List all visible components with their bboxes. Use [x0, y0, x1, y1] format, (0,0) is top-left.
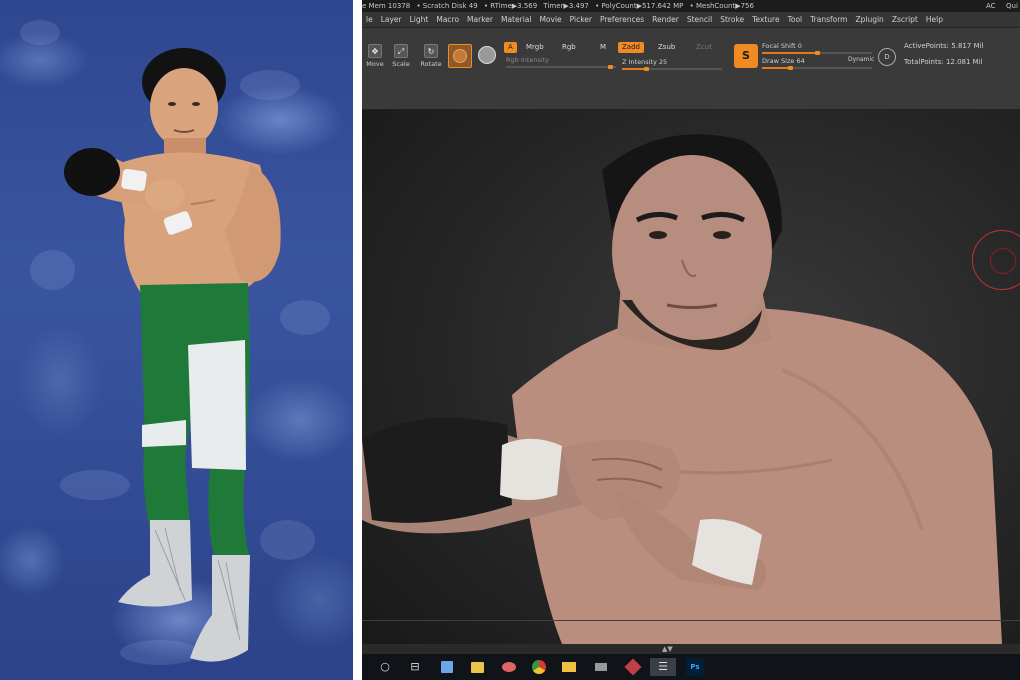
menu-light[interactable]: Light	[406, 12, 433, 28]
move-icon: ✥	[368, 44, 382, 58]
menu-transform[interactable]: Transform	[806, 12, 851, 28]
chrome-icon[interactable]	[530, 658, 548, 676]
active-points-value: 5.817 Mil	[951, 42, 984, 50]
zbrush-icon[interactable]: ☰	[650, 658, 676, 676]
photos-icon[interactable]	[468, 658, 486, 676]
menu-movie[interactable]: Movie	[535, 12, 565, 28]
status-scratch-disk: • Scratch Disk 49	[416, 2, 478, 10]
status-meshcount: • MeshCount▶756	[689, 2, 754, 10]
scale-label: Scale	[392, 60, 410, 68]
dynamic-toggle[interactable]: Dynamic	[848, 56, 874, 63]
rgb-intensity-slider[interactable]: Rgb Intensity	[506, 56, 616, 69]
task-view-icon[interactable]: ⊟	[406, 658, 424, 676]
expand-arrow-icon[interactable]: ▲▼	[662, 645, 673, 653]
zcut-toggle[interactable]: Zcut	[692, 42, 716, 53]
status-rtime: • RTime▶3.569	[483, 2, 538, 10]
z-intensity-label: Z Intensity	[622, 58, 657, 66]
menu-help[interactable]: Help	[922, 12, 947, 28]
rgb-intensity-label: Rgb Intensity	[506, 56, 550, 64]
canvas-viewport[interactable]	[362, 110, 1020, 644]
app-icon[interactable]	[592, 658, 610, 676]
a-toggle[interactable]: A	[504, 42, 517, 53]
d-icon: D	[884, 53, 890, 61]
zsub-toggle[interactable]: Zsub	[654, 42, 679, 53]
status-ac[interactable]: AC	[986, 0, 996, 12]
floor-grid-line	[362, 620, 1020, 621]
bottom-tray-handle[interactable]: ▲▼	[362, 644, 1020, 654]
draw-size-label: Draw Size	[762, 57, 795, 65]
total-points-label: TotalPoints:	[904, 58, 944, 66]
mrgb-toggle[interactable]: Mrgb	[522, 42, 548, 53]
start-circle-icon[interactable]: ○	[376, 658, 394, 676]
focal-shift-label: Focal Shift	[762, 42, 796, 50]
zadd-toggle[interactable]: Zadd	[618, 42, 644, 53]
wrestler-figure	[64, 48, 281, 662]
status-polycount: • PolyCount▶517.642 MP	[595, 2, 684, 10]
menu-material[interactable]: Material	[497, 12, 535, 28]
menu-stencil[interactable]: Stencil	[683, 12, 716, 28]
z-intensity-value: 25	[658, 58, 668, 66]
status-bar: e Mem 10378 • Scratch Disk 49 • RTime▶3.…	[362, 0, 1020, 12]
top-shelf: ✥ Move ⤢ Scale ↻ Rotate A Mrgb Rgb M Zad…	[362, 28, 1020, 110]
dynamic-mode-icon[interactable]: D	[878, 48, 896, 66]
draw-size-value: 64	[796, 57, 805, 65]
active-points-label: ActivePoints:	[904, 42, 950, 50]
windows-taskbar: ○ ⊟ ☰ Ps	[362, 654, 1020, 680]
menu-layer[interactable]: Layer	[377, 12, 406, 28]
move-button[interactable]: ✥ Move	[364, 44, 386, 72]
menu-zplugin[interactable]: Zplugin	[851, 12, 887, 28]
menu-macro[interactable]: Macro	[432, 12, 463, 28]
reference-photo	[0, 0, 353, 680]
scale-icon: ⤢	[394, 44, 408, 58]
s-icon: S	[742, 49, 750, 62]
material-sphere-icon[interactable]	[478, 46, 496, 64]
menu-file[interactable]: le	[362, 12, 377, 28]
z-intensity-slider[interactable]: Z Intensity 25	[622, 58, 722, 71]
status-timer: Timer▶3.497	[543, 2, 589, 10]
photoshop-icon[interactable]: Ps	[686, 658, 704, 676]
menu-preferences[interactable]: Preferences	[596, 12, 648, 28]
brush-icon	[453, 49, 467, 63]
menu-texture[interactable]: Texture	[748, 12, 783, 28]
composite-image: e Mem 10378 • Scratch Disk 49 • RTime▶3.…	[0, 0, 1020, 680]
scale-button[interactable]: ⤢ Scale	[390, 44, 412, 72]
status-mem: e Mem 10378	[362, 2, 411, 10]
rotate-label: Rotate	[420, 60, 442, 68]
brush-thumbnail[interactable]	[448, 44, 472, 68]
menu-stroke[interactable]: Stroke	[716, 12, 748, 28]
total-points: TotalPoints: 12.081 Mil	[904, 58, 983, 66]
menu-marker[interactable]: Marker	[463, 12, 497, 28]
photoshop-label: Ps	[690, 663, 700, 671]
paint-icon[interactable]	[500, 658, 518, 676]
focal-shift-slider[interactable]: Focal Shift 0	[762, 42, 872, 55]
menu-zscript[interactable]: Zscript	[888, 12, 922, 28]
rotate-button[interactable]: ↻ Rotate	[420, 44, 442, 72]
menu-picker[interactable]: Picker	[566, 12, 596, 28]
rotate-icon: ↻	[424, 44, 438, 58]
rgb-toggle[interactable]: Rgb	[558, 42, 580, 53]
menu-bar: le Layer Light Macro Marker Material Movie Pick…	[362, 12, 1020, 28]
move-label: Move	[366, 60, 384, 68]
menu-tool[interactable]: Tool	[784, 12, 807, 28]
focal-shift-value: 0	[797, 42, 802, 50]
active-points: ActivePoints: 5.817 Mil	[904, 42, 983, 50]
status-quicksave[interactable]: Qui	[1006, 0, 1018, 12]
gem-icon[interactable]	[624, 658, 642, 676]
menu-render[interactable]: Render	[648, 12, 683, 28]
folder-icon[interactable]	[560, 658, 578, 676]
sculpt-model	[362, 134, 1002, 644]
notes-icon[interactable]	[438, 658, 456, 676]
lazy-mouse-button[interactable]: S	[734, 44, 758, 68]
zbrush-window: e Mem 10378 • Scratch Disk 49 • RTime▶3.…	[362, 0, 1020, 680]
m-toggle[interactable]: M	[596, 42, 610, 53]
total-points-value: 12.081 Mil	[945, 58, 983, 66]
